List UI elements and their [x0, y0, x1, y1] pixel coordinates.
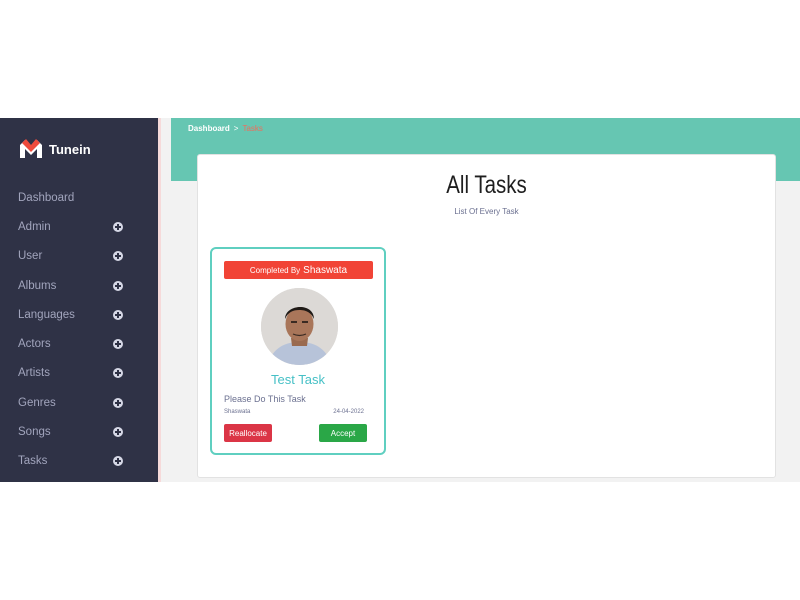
- plus-circle-icon[interactable]: [113, 368, 123, 379]
- sidebar-item-admin[interactable]: Admin: [0, 212, 158, 241]
- sidebar-nav: Dashboard Admin User Albums Languages Ac…: [0, 183, 158, 476]
- sidebar-item-languages[interactable]: Languages: [0, 300, 158, 329]
- plus-circle-icon[interactable]: [113, 251, 123, 262]
- sidebar-item-label: Albums: [18, 279, 57, 292]
- sidebar-item-label: Tasks: [18, 455, 48, 468]
- app-window: Tunein Dashboard Admin User Albums Langu…: [0, 118, 800, 482]
- sidebar-item-label: Genres: [18, 396, 56, 409]
- sidebar-item-albums[interactable]: Albums: [0, 271, 158, 300]
- sidebar: Tunein Dashboard Admin User Albums Langu…: [0, 118, 158, 482]
- sidebar-item-label: User: [18, 250, 43, 263]
- breadcrumb: Dashboard > Tasks: [188, 124, 263, 133]
- sidebar-item-label: Actors: [18, 338, 51, 351]
- task-date: 24-04-2022: [333, 409, 364, 415]
- sidebar-item-label: Songs: [18, 426, 51, 439]
- reallocate-button[interactable]: Reallocate: [224, 424, 272, 442]
- brand[interactable]: Tunein: [18, 136, 91, 162]
- page-title: All Tasks: [446, 171, 527, 199]
- plus-circle-icon[interactable]: [113, 309, 123, 320]
- avatar: [261, 288, 338, 365]
- sidebar-item-user[interactable]: User: [0, 242, 158, 271]
- sidebar-item-artists[interactable]: Artists: [0, 359, 158, 388]
- task-title: Test Task: [271, 372, 325, 387]
- task-card: Completed By Shaswata Test Task Please D…: [210, 247, 386, 455]
- sidebar-item-genres[interactable]: Genres: [0, 388, 158, 417]
- content-panel: All Tasks List Of Every Task Completed B…: [197, 154, 776, 478]
- sidebar-item-label: Dashboard: [18, 191, 75, 204]
- breadcrumb-separator: >: [233, 124, 239, 133]
- accept-button[interactable]: Accept: [319, 424, 367, 442]
- status-name: Shaswata: [303, 264, 348, 276]
- sidebar-item-label: Languages: [18, 308, 75, 321]
- status-badge: Completed By Shaswata: [224, 261, 373, 279]
- sidebar-item-label: Artists: [18, 367, 50, 380]
- plus-circle-icon[interactable]: [113, 339, 123, 350]
- brand-name: Tunein: [49, 141, 91, 157]
- plus-circle-icon[interactable]: [113, 456, 123, 467]
- breadcrumb-current: Tasks: [242, 124, 263, 133]
- sidebar-item-dashboard[interactable]: Dashboard: [0, 183, 158, 212]
- plus-circle-icon[interactable]: [113, 427, 123, 438]
- sidebar-item-label: Admin: [18, 220, 51, 233]
- plus-circle-icon[interactable]: [113, 221, 123, 232]
- sidebar-divider: [158, 118, 161, 482]
- task-description: Please Do This Task: [224, 394, 306, 404]
- tunein-logo-icon: [18, 136, 44, 162]
- sidebar-item-actors[interactable]: Actors: [0, 329, 158, 358]
- plus-circle-icon[interactable]: [113, 397, 123, 408]
- breadcrumb-home[interactable]: Dashboard: [188, 124, 230, 133]
- status-prefix: Completed By: [249, 265, 301, 275]
- task-assignee: Shaswata: [224, 409, 251, 415]
- plus-circle-icon[interactable]: [113, 280, 123, 291]
- sidebar-item-songs[interactable]: Songs: [0, 417, 158, 446]
- page-subtitle: List Of Every Task: [454, 207, 519, 216]
- sidebar-item-tasks[interactable]: Tasks: [0, 447, 158, 476]
